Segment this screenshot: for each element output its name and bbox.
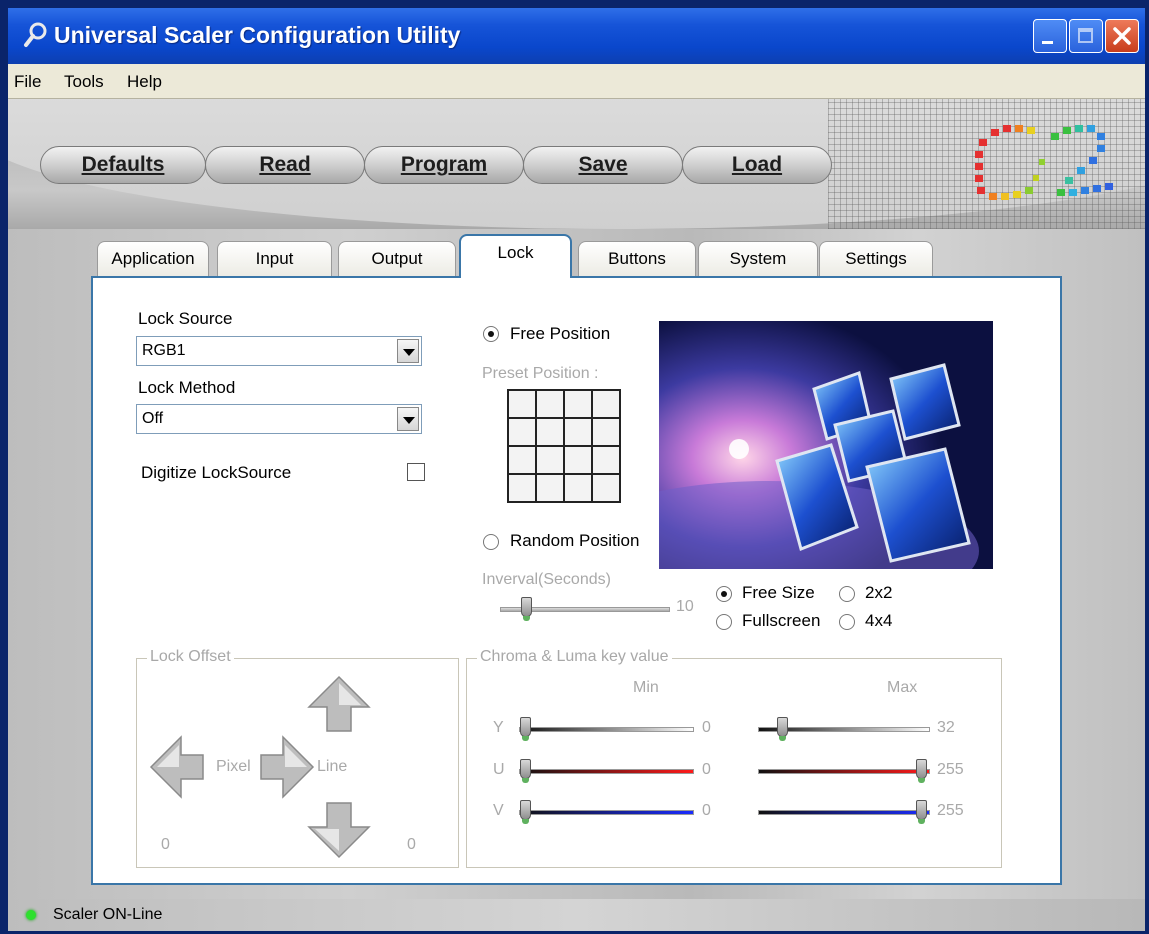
tab-system[interactable]: System — [698, 241, 818, 277]
status-text: Scaler ON-Line — [53, 906, 163, 923]
tab-application[interactable]: Application — [97, 241, 209, 277]
preview-image — [659, 321, 993, 569]
random-position-radio[interactable] — [483, 534, 499, 550]
maximize-button[interactable] — [1069, 19, 1103, 53]
v-max-track[interactable] — [758, 810, 930, 815]
lock-source-value: RGB1 — [142, 342, 186, 359]
window-title: Universal Scaler Configuration Utility — [54, 22, 461, 48]
u-min-track[interactable] — [519, 769, 694, 774]
tab-settings[interactable]: Settings — [819, 241, 933, 277]
left-arrow-icon[interactable] — [149, 735, 205, 799]
up-arrow-icon[interactable] — [307, 675, 371, 733]
chroma-luma-group: Chroma & Luma key value Min Max Y 0 32 U… — [466, 648, 1002, 868]
digitize-checkbox[interactable] — [407, 463, 425, 481]
v-max-value: 255 — [937, 802, 964, 819]
lock-offset-group: Lock Offset Pixel Line 0 0 — [136, 648, 459, 868]
close-icon — [1113, 27, 1131, 45]
close-button[interactable] — [1105, 19, 1139, 53]
u-max-thumb[interactable] — [916, 759, 927, 783]
chroma-luma-title: Chroma & Luma key value — [477, 648, 672, 666]
free-position-label[interactable]: Free Position — [510, 324, 610, 344]
program-button[interactable]: Program — [364, 146, 524, 184]
fullscreen-radio[interactable] — [716, 614, 732, 630]
menu-file[interactable]: File — [14, 72, 41, 92]
v-min-track[interactable] — [519, 810, 694, 815]
line-label: Line — [317, 758, 348, 775]
lock-method-select[interactable]: Off — [136, 404, 422, 434]
interval-value: 10 — [676, 598, 694, 615]
max-label: Max — [887, 679, 918, 696]
u-max-value: 255 — [937, 761, 964, 778]
u-channel-label: U — [493, 761, 505, 778]
menu-bar: File Tools Help — [8, 64, 1145, 99]
title-bar[interactable]: Universal Scaler Configuration Utility — [8, 8, 1145, 64]
size-2x2-label[interactable]: 2x2 — [865, 583, 892, 603]
tab-input[interactable]: Input — [217, 241, 332, 277]
free-size-radio[interactable] — [716, 586, 732, 602]
lock-method-value: Off — [142, 410, 164, 427]
free-position-radio[interactable] — [483, 326, 499, 342]
u-min-thumb[interactable] — [520, 759, 531, 783]
fullscreen-label[interactable]: Fullscreen — [742, 611, 820, 631]
lock-source-select[interactable]: RGB1 — [136, 336, 422, 366]
minimize-button[interactable] — [1033, 19, 1067, 53]
app-icon — [24, 22, 47, 47]
v-max-thumb[interactable] — [916, 800, 927, 824]
line-value: 0 — [407, 836, 416, 853]
y-channel-label: Y — [493, 719, 504, 736]
tab-lock[interactable]: Lock — [459, 234, 572, 278]
u-max-track[interactable] — [758, 769, 930, 774]
chevron-down-icon[interactable] — [397, 339, 419, 363]
y-min-track[interactable] — [519, 727, 694, 732]
tab-output[interactable]: Output — [338, 241, 456, 277]
size-2x2-radio[interactable] — [839, 586, 855, 602]
size-4x4-radio[interactable] — [839, 614, 855, 630]
load-button[interactable]: Load — [682, 146, 832, 184]
lock-method-label: Lock Method — [138, 378, 236, 397]
lock-source-label: Lock Source — [138, 309, 233, 328]
menu-help[interactable]: Help — [127, 72, 162, 92]
y-min-thumb[interactable] — [520, 717, 531, 741]
minimize-icon — [1042, 41, 1053, 44]
menu-tools[interactable]: Tools — [64, 72, 104, 92]
status-bar: Scaler ON-Line — [8, 899, 1145, 931]
y-max-thumb[interactable] — [777, 717, 788, 741]
u-min-value: 0 — [702, 761, 711, 778]
pixel-value: 0 — [161, 836, 170, 853]
v-min-thumb[interactable] — [520, 800, 531, 824]
min-label: Min — [633, 679, 659, 696]
v-min-value: 0 — [702, 802, 711, 819]
lock-offset-title: Lock Offset — [147, 648, 234, 666]
online-indicator-icon — [26, 910, 36, 920]
digitize-label: Digitize LockSource — [141, 463, 292, 482]
random-position-label[interactable]: Random Position — [510, 531, 639, 551]
interval-slider-thumb[interactable] — [521, 597, 532, 621]
pixel-label: Pixel — [216, 758, 251, 775]
header-banner: Defaults Read Program Save Load — [8, 99, 1145, 229]
y-min-value: 0 — [702, 719, 711, 736]
y-max-value: 32 — [937, 719, 955, 736]
maximize-icon — [1078, 28, 1093, 43]
c2-logo — [975, 125, 1113, 200]
app-window: Universal Scaler Configuration Utility F… — [8, 8, 1145, 931]
chevron-down-icon[interactable] — [397, 407, 419, 431]
lock-panel: Lock Source RGB1 Lock Method Off Digitiz… — [91, 276, 1062, 885]
preset-position-grid[interactable] — [507, 389, 621, 503]
right-arrow-icon[interactable] — [259, 735, 315, 799]
free-size-label[interactable]: Free Size — [742, 583, 815, 603]
down-arrow-icon[interactable] — [307, 801, 371, 859]
defaults-button[interactable]: Defaults — [40, 146, 206, 184]
tab-buttons[interactable]: Buttons — [578, 241, 696, 277]
read-button[interactable]: Read — [205, 146, 365, 184]
interval-label: Inverval(Seconds) — [482, 571, 611, 588]
save-button[interactable]: Save — [523, 146, 683, 184]
preset-position-label: Preset Position : — [482, 365, 599, 382]
v-channel-label: V — [493, 802, 504, 819]
size-4x4-label[interactable]: 4x4 — [865, 611, 892, 631]
